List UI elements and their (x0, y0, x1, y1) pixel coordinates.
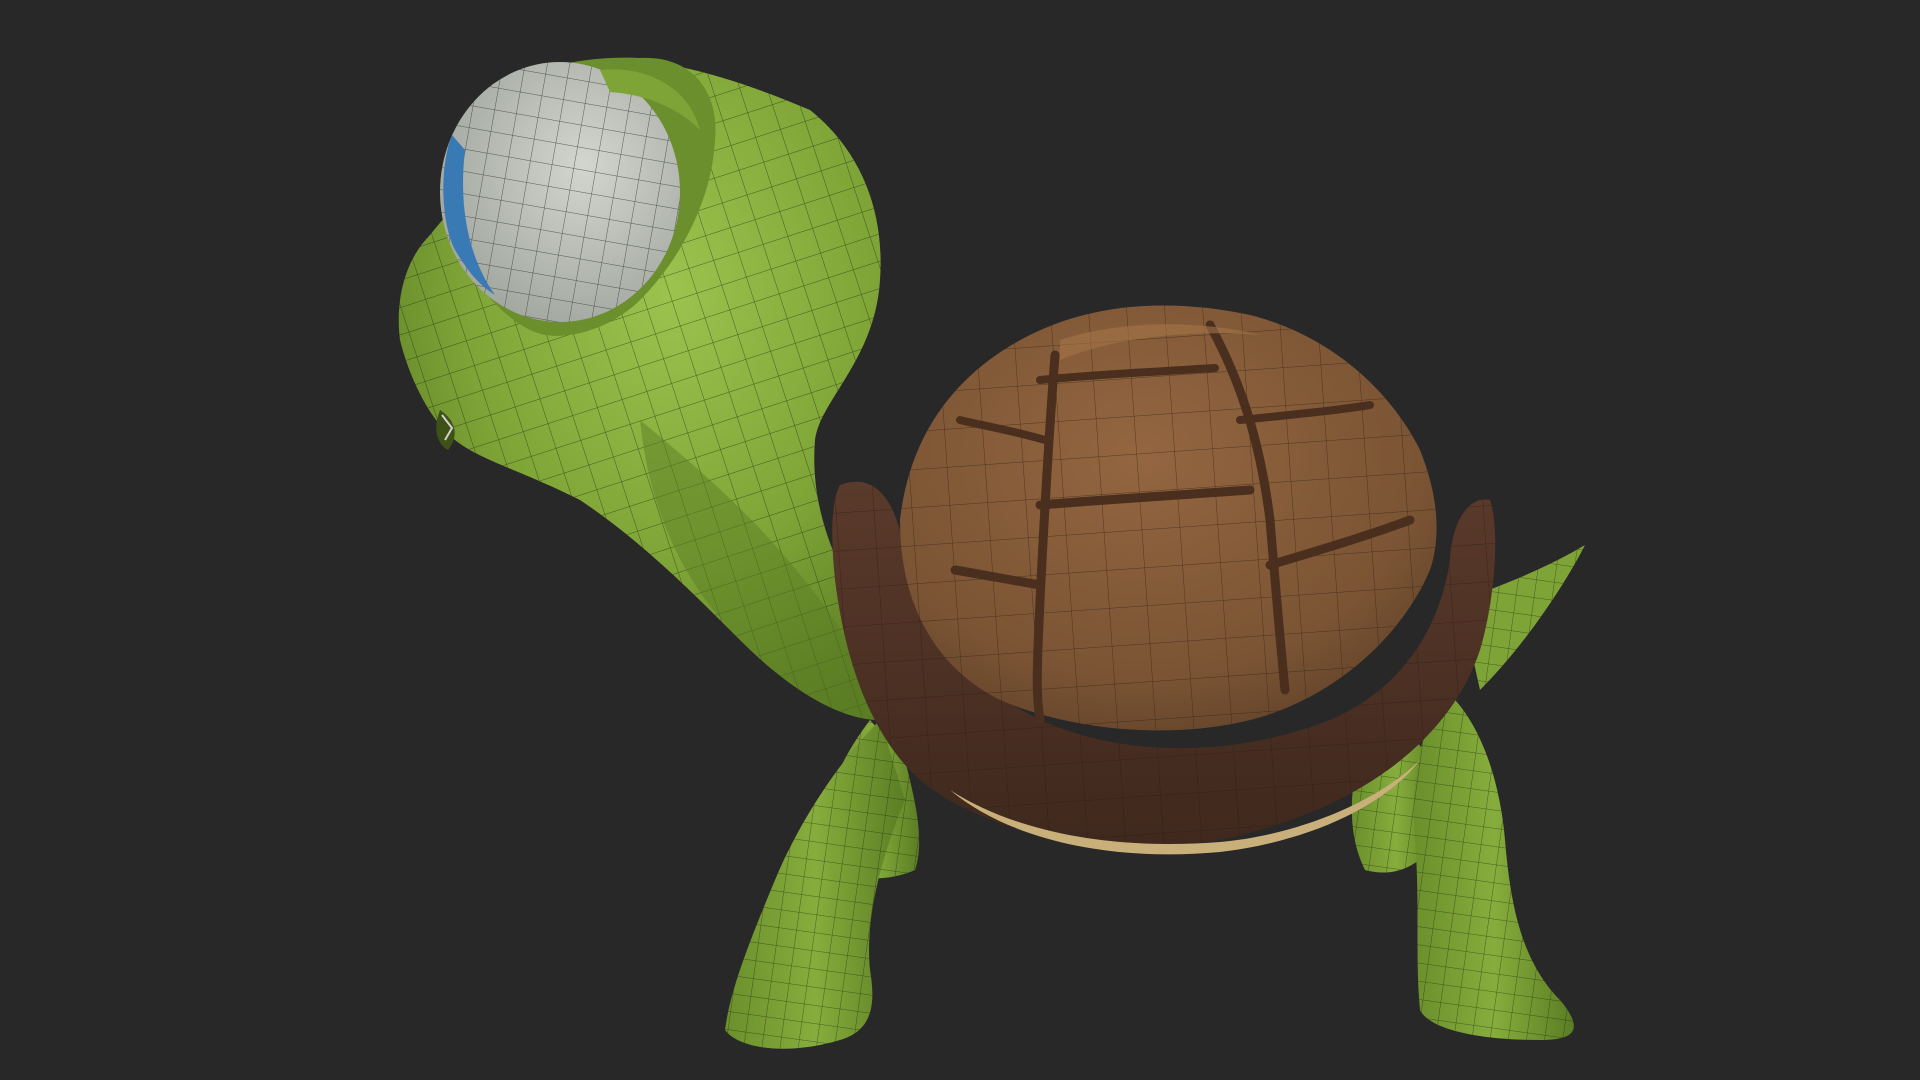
back-right-leg (1413, 690, 1574, 1040)
front-right-leg (725, 720, 905, 1049)
3d-viewport[interactable] (0, 0, 1920, 1080)
shell-dome (900, 305, 1437, 731)
turtle-model (398, 57, 1585, 1049)
